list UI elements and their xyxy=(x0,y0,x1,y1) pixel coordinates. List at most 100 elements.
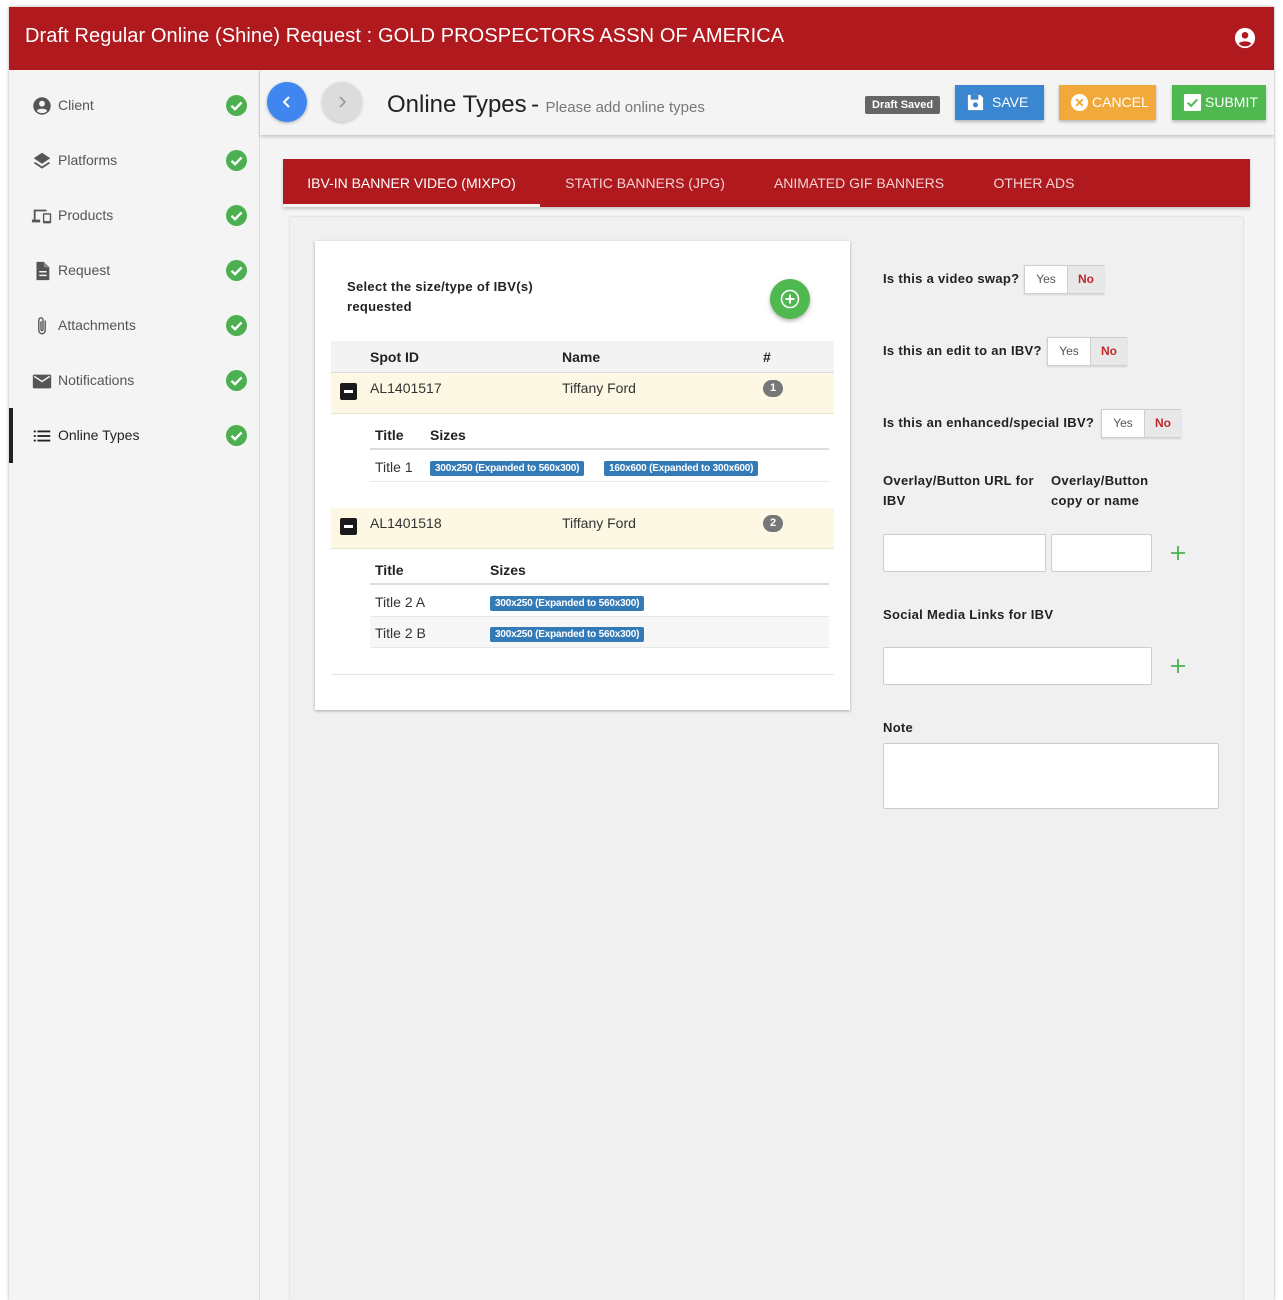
layers-icon xyxy=(33,152,51,169)
user-account-icon[interactable] xyxy=(1234,27,1256,49)
ibv-selection-card: Select the size/type of IBV(s) requested… xyxy=(315,241,850,710)
enhanced-ibv-yes[interactable]: Yes xyxy=(1102,410,1144,437)
edit-ibv-toggle: Yes No xyxy=(1047,337,1127,366)
overlay-url-label: Overlay/Button URL for IBV xyxy=(883,473,1034,508)
spot-detail-table: Title Sizes Title 1 300x250 (Expanded to… xyxy=(370,417,829,483)
detail-table-header: Title Sizes xyxy=(370,552,829,585)
table-row: Title 2 B 300x250 (Expanded to 560x300) xyxy=(370,617,829,648)
column-sizes: Sizes xyxy=(490,562,526,578)
video-swap-question: Is this a video swap? xyxy=(883,271,1020,286)
sidebar-item-online-types[interactable]: Online Types xyxy=(9,408,259,463)
forward-button[interactable] xyxy=(322,82,362,122)
complete-check-icon xyxy=(226,205,247,226)
app-header: Draft Regular Online (Shine) Request : G… xyxy=(9,7,1274,70)
social-links-input[interactable] xyxy=(883,647,1152,685)
sidebar-item-label: Notifications xyxy=(58,372,135,388)
social-links-label: Social Media Links for IBV xyxy=(883,607,1054,622)
spot-detail-table: Title Sizes Title 2 A 300x250 (Expanded … xyxy=(370,552,829,650)
edit-ibv-question: Is this an edit to an IBV? xyxy=(883,343,1042,358)
mail-icon xyxy=(32,374,52,389)
count-badge: 1 xyxy=(763,380,783,397)
column-title: Title xyxy=(375,427,404,443)
complete-check-icon xyxy=(226,315,247,336)
page-heading: Online Types - Please add online types xyxy=(387,91,705,119)
title-separator: - xyxy=(531,91,540,118)
spot-name: Tiffany Ford xyxy=(562,515,636,531)
ibv-select-label: Select the size/type of IBV(s) requested xyxy=(347,279,533,314)
ibv-options-form: Is this a video swap? Yes No Is this an … xyxy=(875,217,1235,817)
overlay-copy-input[interactable] xyxy=(1051,534,1152,572)
cancel-button[interactable]: CANCEL xyxy=(1059,85,1156,120)
sidebar: Client Platforms Products Request Attach… xyxy=(9,70,260,1300)
paperclip-icon xyxy=(38,317,46,335)
size-tag: 160x600 (Expanded to 300x600) xyxy=(604,461,759,476)
video-swap-no[interactable]: No xyxy=(1067,266,1104,293)
save-label: SAVE xyxy=(992,94,1029,110)
collapse-toggle-icon[interactable] xyxy=(340,383,357,400)
video-swap-yes[interactable]: Yes xyxy=(1025,266,1067,293)
table-row: AL1401517 Tiffany Ford 1 xyxy=(331,373,834,414)
detail-table-header: Title Sizes xyxy=(370,417,829,450)
spot-id: AL1401518 xyxy=(370,515,442,531)
plus-circle-icon xyxy=(780,289,800,309)
sidebar-item-label: Request xyxy=(58,262,111,278)
tab-content-panel: Select the size/type of IBV(s) requested… xyxy=(290,217,1243,1300)
column-sizes: Sizes xyxy=(430,427,466,443)
edit-ibv-no[interactable]: No xyxy=(1090,338,1127,365)
size-tag: 300x250 (Expanded to 560x300) xyxy=(490,627,645,642)
checkbox-icon xyxy=(1183,93,1202,112)
overlay-url-input[interactable] xyxy=(883,534,1046,572)
page-subtitle: Please add online types xyxy=(545,99,705,116)
creative-title: Title 2 A xyxy=(375,594,426,610)
add-overlay-icon[interactable] xyxy=(1169,544,1187,562)
back-button[interactable] xyxy=(267,82,307,122)
sidebar-item-products[interactable]: Products xyxy=(9,188,259,243)
online-type-tabs: IBV-IN BANNER VIDEO (MIXPO) STATIC BANNE… xyxy=(283,159,1250,207)
sidebar-item-notifications[interactable]: Notifications xyxy=(9,353,259,408)
edit-ibv-yes[interactable]: Yes xyxy=(1048,338,1090,365)
add-social-link-icon[interactable] xyxy=(1169,657,1187,675)
video-swap-toggle: Yes No xyxy=(1024,265,1104,294)
card-divider xyxy=(331,674,834,675)
size-tag: 300x250 (Expanded to 560x300) xyxy=(490,596,645,611)
column-spot-id: Spot ID xyxy=(370,349,419,365)
sidebar-item-client[interactable]: Client xyxy=(9,78,259,133)
table-row: Title 2 A 300x250 (Expanded to 560x300) xyxy=(370,586,829,617)
sidebar-item-request[interactable]: Request xyxy=(9,243,259,298)
size-tag: 300x250 (Expanded to 560x300) xyxy=(430,461,585,476)
complete-check-icon xyxy=(226,425,247,446)
collapse-toggle-icon[interactable] xyxy=(340,518,357,535)
count-badge: 2 xyxy=(763,515,783,532)
sidebar-item-platforms[interactable]: Platforms xyxy=(9,133,259,188)
cancel-label: CANCEL xyxy=(1092,94,1149,110)
devices-icon xyxy=(31,209,52,224)
submit-label: SUBMIT xyxy=(1205,94,1258,110)
tab-ibv-in-banner-video[interactable]: IBV-IN BANNER VIDEO (MIXPO) xyxy=(283,159,540,207)
add-ibv-button[interactable] xyxy=(770,279,810,319)
creative-title: Title 1 xyxy=(375,459,413,475)
table-row: Title 1 300x250 (Expanded to 560x300) 16… xyxy=(370,451,829,482)
cancel-circle-icon xyxy=(1070,93,1089,112)
tab-animated-gif-banners[interactable]: ANIMATED GIF BANNERS xyxy=(750,159,968,207)
sidebar-item-label: Attachments xyxy=(58,317,136,333)
sidebar-item-label: Online Types xyxy=(58,427,140,443)
complete-check-icon xyxy=(226,370,247,391)
spot-name: Tiffany Ford xyxy=(562,380,636,396)
enhanced-ibv-no[interactable]: No xyxy=(1144,410,1181,437)
enhanced-ibv-question: Is this an enhanced/special IBV? xyxy=(883,415,1095,430)
spot-id: AL1401517 xyxy=(370,380,442,396)
floppy-disk-icon xyxy=(967,94,984,111)
table-row: AL1401518 Tiffany Ford 2 xyxy=(331,508,834,549)
spot-table-header: Spot ID Name # xyxy=(331,341,834,373)
sidebar-item-label: Client xyxy=(58,97,94,113)
column-name: Name xyxy=(562,349,601,365)
column-count: # xyxy=(763,349,771,365)
tab-other-ads[interactable]: OTHER ADS xyxy=(968,159,1100,207)
submit-button[interactable]: SUBMIT xyxy=(1172,85,1266,120)
app-window: Draft Regular Online (Shine) Request : G… xyxy=(9,7,1274,1300)
complete-check-icon xyxy=(226,95,247,116)
save-button[interactable]: SAVE xyxy=(955,85,1044,120)
note-textarea[interactable] xyxy=(883,743,1219,809)
tab-static-banners[interactable]: STATIC BANNERS (JPG) xyxy=(540,159,750,207)
sidebar-item-attachments[interactable]: Attachments xyxy=(9,298,259,353)
